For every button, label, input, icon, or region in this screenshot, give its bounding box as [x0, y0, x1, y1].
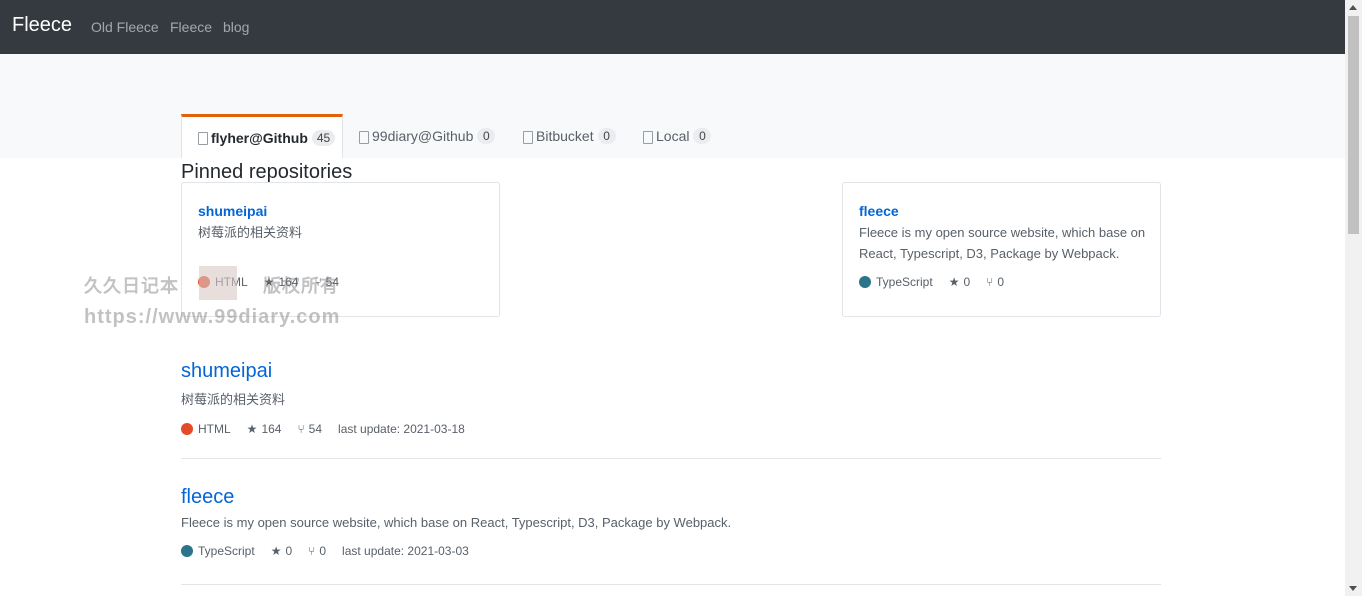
language-color-dot [859, 276, 871, 288]
star-count: 164 [261, 422, 282, 436]
top-navbar: Fleece Old Fleece Fleece blog [0, 0, 1345, 54]
watermark-text: 版权所有 [263, 276, 340, 296]
pinned-repo-link[interactable]: shumeipai [198, 203, 267, 219]
repo-book-icon [198, 132, 208, 145]
fork-icon: ⑂ [986, 275, 994, 289]
repo-list-item: shumeipai 树莓派的相关资料 HTML ★ 164 ⑂ 54 last … [181, 360, 1161, 436]
watermark-text: 久久日记本 [84, 276, 179, 296]
pinned-repo-description: Fleece is my open source website, which … [859, 225, 1146, 261]
fork-count: 54 [308, 422, 323, 436]
vertical-scrollbar[interactable] [1345, 0, 1362, 596]
scroll-thumb[interactable] [1348, 16, 1359, 234]
star-count: 0 [963, 275, 971, 289]
language: TypeScript [859, 275, 933, 289]
last-update: last update: 2021-03-03 [342, 544, 469, 558]
language: HTML [181, 422, 231, 436]
repo-book-icon [523, 130, 533, 144]
watermark-line2: https://www.99diary.com [84, 306, 341, 328]
tab-local[interactable]: Local 0 [643, 114, 712, 158]
repo-book-icon [643, 130, 653, 144]
pinned-title: Pinned repositories [181, 161, 353, 183]
nav-link-fleece[interactable]: Fleece [170, 19, 212, 35]
stars[interactable]: ★ 164 [247, 422, 282, 436]
repo-list-item: fleece Fleece is my open source website,… [181, 486, 1161, 558]
last-update: last update: 2021-03-18 [338, 422, 465, 436]
repo-description: Fleece is my open source website, which … [181, 515, 732, 530]
tab-counter: 0 [477, 128, 496, 144]
repo-description: 树莓派的相关资料 [181, 392, 286, 407]
tab-label: Local [656, 128, 690, 144]
fork-count: 0 [997, 275, 1005, 289]
forks[interactable]: ⑂ 0 [308, 544, 326, 558]
language-label: TypeScript [198, 544, 255, 558]
pinned-repo-meta: TypeScript ★ 0 ⑂ 0 [859, 275, 1020, 289]
fork-count: 0 [319, 544, 327, 558]
stars[interactable]: ★ 0 [271, 544, 292, 558]
forks[interactable]: ⑂ 0 [986, 275, 1004, 289]
pinned-repo-description: 树莓派的相关资料 [198, 225, 303, 240]
pinned-card-fleece: fleece Fleece is my open source website,… [842, 182, 1161, 317]
watermark-line1: 久久日记本 版权所有 [84, 272, 339, 298]
repo-name-link[interactable]: shumeipai [181, 360, 1161, 383]
repo-meta: HTML ★ 164 ⑂ 54 last update: 2021-03-18 [181, 422, 1161, 436]
repo-meta: TypeScript ★ 0 ⑂ 0 last update: 2021-03-… [181, 544, 1161, 558]
language-label: TypeScript [876, 275, 933, 289]
nav-link-blog[interactable]: blog [223, 19, 249, 35]
fork-icon: ⑂ [308, 544, 316, 558]
language-label: HTML [198, 422, 231, 436]
pinned-repo-link[interactable]: fleece [859, 203, 899, 219]
scroll-up-arrow-icon[interactable] [1349, 5, 1357, 10]
tab-counter: 0 [693, 128, 712, 144]
language: TypeScript [181, 544, 255, 558]
language-color-dot [181, 423, 193, 435]
tab-99diary-github[interactable]: 99diary@Github 0 [359, 114, 496, 158]
tab-bitbucket[interactable]: Bitbucket 0 [523, 114, 616, 158]
star-icon: ★ [246, 422, 258, 436]
tab-label: Bitbucket [536, 128, 594, 144]
tab-label: 99diary@Github [372, 128, 474, 144]
scroll-down-arrow-icon[interactable] [1349, 586, 1357, 591]
forks[interactable]: ⑂ 54 [297, 422, 322, 436]
divider [181, 584, 1161, 585]
stars[interactable]: ★ 0 [949, 275, 970, 289]
divider [181, 458, 1161, 459]
star-count: 0 [285, 544, 293, 558]
language-color-dot [181, 545, 193, 557]
tab-label: flyher@Github [211, 129, 308, 146]
tab-flyher-github[interactable]: flyher@Github 45 [181, 114, 343, 158]
fork-icon: ⑂ [297, 422, 305, 436]
star-icon: ★ [948, 275, 960, 289]
repo-book-icon [359, 130, 369, 144]
tab-counter: 45 [311, 129, 336, 146]
nav-link-old-fleece[interactable]: Old Fleece [91, 19, 159, 35]
tab-counter: 0 [597, 128, 616, 144]
repo-name-link[interactable]: fleece [181, 486, 1161, 509]
star-icon: ★ [270, 544, 282, 558]
brand-logo[interactable]: Fleece [12, 14, 72, 37]
